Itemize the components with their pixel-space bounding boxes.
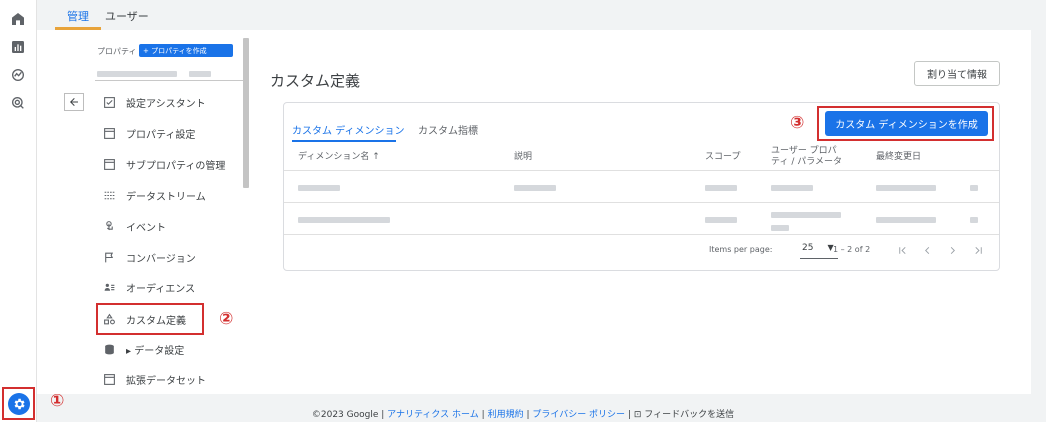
sidebar-item-conversions[interactable]: コンバージョン xyxy=(103,248,196,266)
table-cell-redacted xyxy=(705,213,737,226)
property-name-redacted[interactable] xyxy=(97,67,211,80)
column-header-name[interactable]: ディメンション名 ↑ xyxy=(298,152,380,163)
sidebar-item-label: データストリーム xyxy=(126,191,206,203)
tab-admin[interactable]: 管理 xyxy=(67,8,89,24)
custom-definitions-highlight xyxy=(96,303,204,335)
sidebar-item-label: 拡張データセット xyxy=(126,375,206,387)
sidebar-item-extended-datasets[interactable]: 拡張データセット xyxy=(103,370,206,388)
previous-page-icon[interactable] xyxy=(921,244,933,256)
box-icon xyxy=(103,127,116,140)
callout-3: ③ xyxy=(790,113,805,133)
table-cell-redacted xyxy=(876,181,936,194)
items-per-page-label: Items per page: xyxy=(709,245,773,254)
sidebar-item-data-settings[interactable]: ▸ データ設定 xyxy=(103,340,184,358)
explore-icon[interactable] xyxy=(9,66,27,84)
items-per-page-value: 25 xyxy=(802,243,814,253)
first-page-icon[interactable] xyxy=(896,244,908,256)
audience-icon xyxy=(103,281,116,294)
sidebar-item-data-streams[interactable]: データストリーム xyxy=(103,186,206,204)
column-header-user-property: ユーザー プロパ ティ / パラメータ xyxy=(771,146,842,167)
sidebar-item-label: コンバージョン xyxy=(126,253,196,265)
pagination-range: 1 – 2 of 2 xyxy=(833,245,871,254)
table-cell-redacted xyxy=(771,208,841,234)
property-label: プロパティ xyxy=(97,47,137,56)
tab-custom-dimensions[interactable]: カスタム ディメンション xyxy=(292,122,404,137)
sidebar-item-label: 設定アシスタント xyxy=(126,98,206,110)
callout-2: ② xyxy=(219,309,234,329)
row-menu-icon[interactable] xyxy=(970,181,978,194)
sidebar-item-audiences[interactable]: オーディエンス xyxy=(103,278,195,296)
table-cell-redacted xyxy=(514,181,556,194)
back-button[interactable] xyxy=(64,93,84,111)
table-cell-redacted xyxy=(876,213,936,226)
streams-icon xyxy=(103,189,116,202)
footer-link-privacy[interactable]: プライバシー ポリシー xyxy=(532,410,625,420)
footer-separator: | xyxy=(526,410,530,420)
divider xyxy=(95,80,249,81)
create-custom-dimension-button[interactable]: カスタム ディメンションを作成 xyxy=(825,111,988,136)
column-header-description: 説明 xyxy=(514,152,533,162)
feedback-icon: ⊡ xyxy=(633,410,642,420)
sidebar-item-setup-assistant[interactable]: 設定アシスタント xyxy=(103,93,206,111)
footer-separator: | xyxy=(627,410,631,420)
sidebar-item-property-settings[interactable]: プロパティ設定 xyxy=(103,124,195,142)
items-per-page-select[interactable]: 25 ▼ xyxy=(802,243,834,253)
table-cell-redacted xyxy=(771,181,813,194)
row-menu-icon[interactable] xyxy=(970,213,978,226)
tab-user[interactable]: ユーザー xyxy=(105,8,149,24)
touch-icon xyxy=(103,220,116,233)
reports-icon[interactable] xyxy=(9,38,27,56)
footer-link-feedback[interactable]: フィードバックを送信 xyxy=(644,410,734,420)
arrow-back-icon xyxy=(70,98,78,106)
sidebar-item-label: ▸ データ設定 xyxy=(126,345,185,357)
footer-copyright: ©2023 Google | xyxy=(311,410,385,420)
last-page-icon[interactable] xyxy=(972,244,984,256)
advertising-icon[interactable] xyxy=(9,94,27,112)
column-header-scope: スコープ xyxy=(705,152,741,162)
table-row[interactable] xyxy=(298,213,390,226)
checklist-icon xyxy=(103,96,116,109)
divider xyxy=(284,202,999,203)
footer-link-home[interactable]: アナリティクス ホーム xyxy=(387,410,479,420)
divider xyxy=(284,170,999,171)
sidebar-item-label: イベント xyxy=(126,222,166,234)
left-nav-rail xyxy=(0,0,37,422)
flag-icon xyxy=(103,251,116,264)
assignment-info-button[interactable]: 割り当て情報 xyxy=(914,61,1000,86)
create-property-button[interactable]: + プロパティを作成 xyxy=(139,44,233,57)
top-tab-bar: 管理 ユーザー xyxy=(37,0,1046,30)
table-cell-redacted xyxy=(705,181,737,194)
table-row[interactable] xyxy=(298,181,340,194)
footer-link-terms[interactable]: 利用規約 xyxy=(488,410,524,420)
page-title: カスタム定義 xyxy=(270,72,361,90)
next-page-icon[interactable] xyxy=(946,244,958,256)
sidebar-item-label: オーディエンス xyxy=(126,283,196,295)
sidebar-item-label: プロパティ設定 xyxy=(126,129,196,141)
footer-separator: | xyxy=(481,410,485,420)
tab-custom-metrics[interactable]: カスタム指標 xyxy=(418,122,478,137)
home-icon[interactable] xyxy=(9,10,27,28)
panel-scrollbar[interactable] xyxy=(243,38,249,188)
sidebar-item-events[interactable]: イベント xyxy=(103,217,166,235)
box-icon xyxy=(103,373,116,386)
database-icon xyxy=(103,343,116,356)
sidebar-item-subproperty[interactable]: サブプロパティの管理 xyxy=(103,155,225,173)
create-property-label: + プロパティを作成 xyxy=(143,46,207,55)
box-icon xyxy=(103,158,116,171)
divider xyxy=(284,234,999,235)
select-underline xyxy=(800,258,838,259)
footer: ©2023 Google | アナリティクス ホーム | 利用規約 | プライバ… xyxy=(0,407,1046,420)
column-header-last-modified: 最終変更日 xyxy=(876,152,922,162)
sidebar-item-label: サブプロパティの管理 xyxy=(126,160,226,172)
active-tab-indicator xyxy=(292,140,396,142)
